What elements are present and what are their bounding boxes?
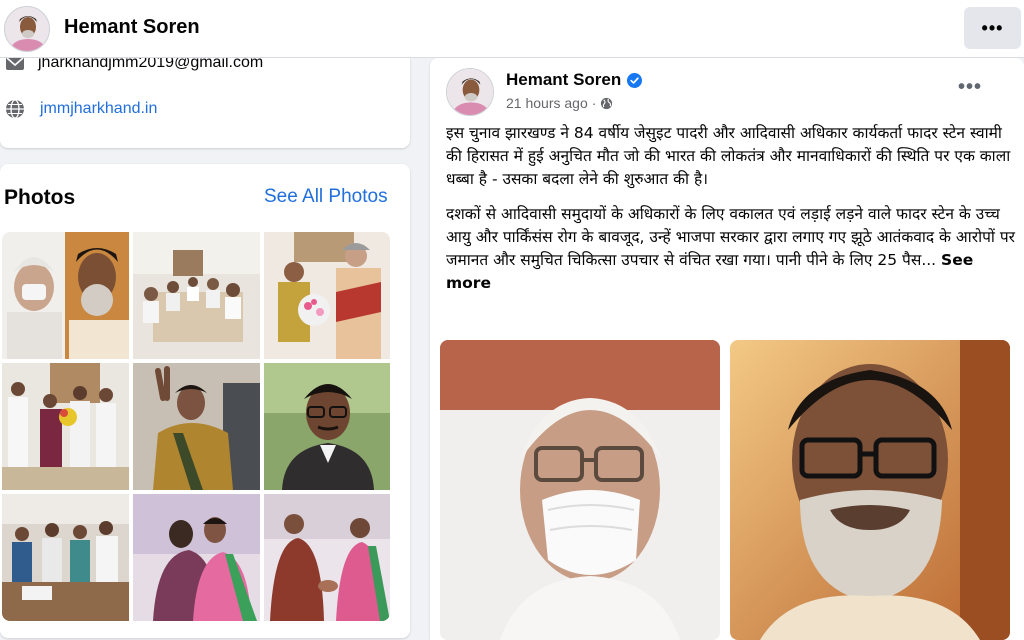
photo-thumbnail[interactable] bbox=[133, 232, 260, 359]
post-photo-hemant-soren[interactable] bbox=[730, 340, 1010, 640]
photo-thumbnail[interactable] bbox=[2, 363, 129, 490]
photo-thumbnail[interactable] bbox=[133, 494, 260, 621]
photo-thumbnail[interactable] bbox=[264, 494, 390, 621]
post-body: इस चुनाव झारखण्ड ने 84 वर्षीय जेसुइट पाद… bbox=[446, 122, 1016, 307]
post-photo-stan-swamy[interactable] bbox=[440, 340, 720, 640]
verified-badge-icon bbox=[627, 72, 643, 88]
more-options-button[interactable]: ••• bbox=[964, 7, 1021, 49]
photos-card: Photos See All Photos bbox=[0, 164, 410, 638]
photo-thumbnail[interactable] bbox=[264, 363, 390, 490]
post-options-button[interactable]: ••• bbox=[958, 76, 982, 99]
photo-image bbox=[264, 232, 390, 359]
post-photo-image bbox=[440, 340, 720, 640]
photo-image bbox=[133, 232, 260, 359]
profile-top-bar: Hemant Soren ••• bbox=[0, 0, 1024, 58]
post-photos bbox=[440, 340, 1010, 640]
photo-image bbox=[2, 232, 129, 359]
post-meta: 21 hours ago · bbox=[506, 95, 613, 111]
post-author-name[interactable]: Hemant Soren bbox=[506, 70, 643, 90]
profile-avatar[interactable] bbox=[4, 6, 50, 52]
photo-thumbnail[interactable] bbox=[264, 232, 390, 359]
post-paragraph-1: इस चुनाव झारखण्ड ने 84 वर्षीय जेसुइट पाद… bbox=[446, 124, 1011, 188]
globe-icon[interactable] bbox=[600, 97, 613, 110]
post-photo-image bbox=[730, 340, 1010, 640]
photo-thumbnail[interactable] bbox=[133, 363, 260, 490]
post-timestamp[interactable]: 21 hours ago bbox=[506, 95, 588, 111]
post-paragraph-2: दशकों से आदिवासी समुदायों के अधिकारों के… bbox=[446, 203, 1016, 295]
photo-image bbox=[2, 494, 129, 621]
photo-image bbox=[133, 494, 260, 621]
globe-icon bbox=[6, 99, 24, 119]
photo-grid bbox=[2, 232, 390, 621]
photo-image bbox=[264, 363, 390, 490]
avatar-image bbox=[5, 7, 49, 51]
post-author-avatar[interactable] bbox=[446, 68, 494, 116]
email-row: jharkhandjmm2019@gmail.com bbox=[4, 58, 263, 74]
profile-name: Hemant Soren bbox=[64, 16, 200, 38]
photo-image bbox=[133, 363, 260, 490]
post-card: Hemant Soren 21 hours ago · ••• इस चुनाव… bbox=[430, 58, 1024, 640]
photos-title: Photos bbox=[4, 186, 76, 209]
post-paragraph-2-text: दशकों से आदिवासी समुदायों के अधिकारों के… bbox=[446, 205, 1015, 269]
email-text[interactable]: jharkhandjmm2019@gmail.com bbox=[38, 58, 263, 72]
avatar-image bbox=[447, 69, 493, 115]
post-author-label: Hemant Soren bbox=[506, 70, 622, 89]
intro-card: jharkhandjmm2019@gmail.com jmmjharkhand.… bbox=[0, 58, 410, 148]
photo-thumbnail[interactable] bbox=[2, 494, 129, 621]
meta-separator: · bbox=[591, 95, 597, 111]
website-link[interactable]: jmmjharkhand.in bbox=[40, 100, 157, 118]
see-all-photos-link[interactable]: See All Photos bbox=[264, 186, 388, 208]
email-icon bbox=[6, 58, 24, 70]
photo-image bbox=[264, 494, 390, 621]
photo-image bbox=[2, 363, 129, 490]
photo-thumbnail[interactable] bbox=[2, 232, 129, 359]
website-row: jmmjharkhand.in bbox=[4, 98, 157, 120]
